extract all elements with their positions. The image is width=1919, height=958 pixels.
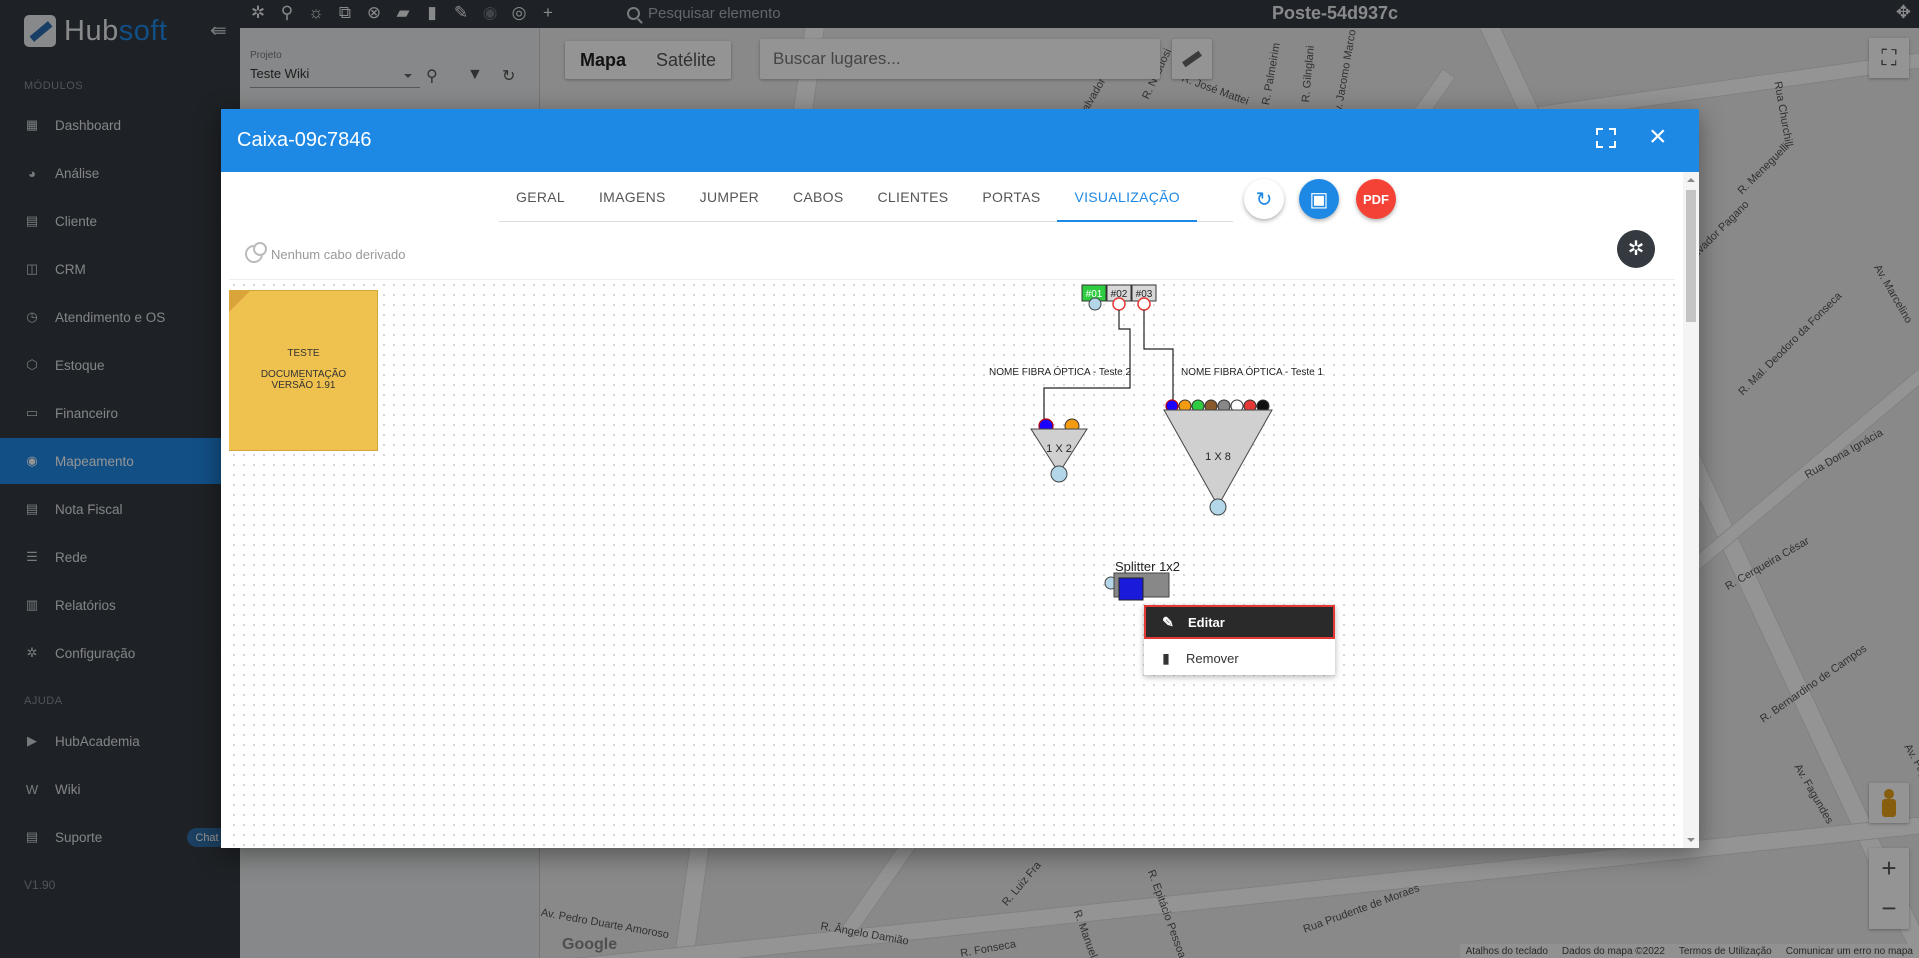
scroll-thumb[interactable] <box>1686 190 1696 322</box>
splitter-1x2-selected[interactable]: Splitter 1x2 <box>1104 559 1180 601</box>
tab-clientes[interactable]: CLIENTES <box>861 172 966 222</box>
tab-portas[interactable]: PORTAS <box>965 172 1057 222</box>
cable-line[interactable] <box>1143 310 1174 404</box>
derived-cable-text: Nenhum cabo derivado <box>271 246 406 262</box>
pdf-icon: PDF <box>1363 191 1389 207</box>
modal-scrollbar[interactable] <box>1683 172 1699 848</box>
derived-cable-status: Nenhum cabo derivado <box>245 242 406 263</box>
splitter-name-label: Splitter 1x2 <box>1115 559 1180 574</box>
app-root: Hubsoft ⇚ MÓDULOS ▦ Dashboard ◕ Análise … <box>0 0 1919 958</box>
tab-visualizacao[interactable]: VISUALIZAÇÃO <box>1057 172 1197 222</box>
pdf-button[interactable]: PDF <box>1356 179 1396 219</box>
refresh-icon: ↻ <box>1255 188 1273 211</box>
user-card-icon: ▣ <box>1309 188 1329 211</box>
splitter-blue-port <box>1118 577 1144 601</box>
diagram-settings-button[interactable]: ✲ <box>1617 230 1655 268</box>
gear-icon: ✲ <box>1627 238 1645 260</box>
trash-icon: ▮ <box>1162 649 1170 666</box>
link-icon <box>245 242 267 263</box>
context-menu: ✎ Editar ▮ Remover <box>1144 605 1335 675</box>
port-connector[interactable] <box>1112 297 1126 311</box>
scroll-down-icon[interactable] <box>1687 838 1695 846</box>
close-icon[interactable]: × <box>1649 122 1667 152</box>
modal-header: Caixa-09c7846 × <box>221 109 1699 172</box>
context-menu-remove[interactable]: ▮ Remover <box>1144 641 1335 675</box>
scroll-up-icon[interactable] <box>1687 174 1695 182</box>
port-group: #01 #02 #03 <box>1081 284 1157 311</box>
cable-label-1: NOME FIBRA ÓPTICA - Teste 2 <box>989 365 1132 378</box>
splitter-1x8[interactable]: 1 X 8 <box>1163 399 1273 516</box>
refresh-button[interactable]: ↻ <box>1244 179 1284 219</box>
splitter-1x2[interactable]: 1 X 2 <box>1030 418 1088 483</box>
splitter-output-connector[interactable] <box>1050 465 1068 483</box>
cable-label-2: NOME FIBRA ÓPTICA - Teste 1 <box>1181 365 1324 378</box>
tab-geral[interactable]: GERAL <box>499 172 582 222</box>
splitter-output-connector[interactable] <box>1209 498 1227 516</box>
context-menu-edit-label: Editar <box>1188 614 1225 630</box>
modal-title: Caixa-09c7846 <box>237 129 372 151</box>
context-menu-edit[interactable]: ✎ Editar <box>1144 605 1335 639</box>
tab-imagens[interactable]: IMAGENS <box>582 172 683 222</box>
port-connector[interactable] <box>1088 297 1102 311</box>
client-button[interactable]: ▣ <box>1299 179 1339 219</box>
splitter-ratio-label: 1 X 2 <box>1046 443 1072 455</box>
fiber-diagram: #01 #02 #03 NOME FIBRA ÓPTICA - Teste 2 … <box>989 284 1324 601</box>
tab-cabos[interactable]: CABOS <box>776 172 861 222</box>
port-connector[interactable] <box>1137 297 1151 311</box>
tab-jumper[interactable]: JUMPER <box>683 172 776 222</box>
pencil-icon: ✎ <box>1162 613 1174 630</box>
expand-icon[interactable] <box>1596 128 1616 148</box>
splitter-ratio-label: 1 X 8 <box>1205 451 1231 463</box>
context-menu-remove-label: Remover <box>1186 650 1239 666</box>
modal-tabs: GERAL IMAGENS JUMPER CABOS CLIENTES PORT… <box>499 172 1233 222</box>
box-modal: Caixa-09c7846 × GERAL IMAGENS JUMPER CAB… <box>221 109 1699 848</box>
diagram-canvas[interactable]: TESTE DOCUMENTAÇÃO VERSÃO 1.91 #01 #02 #… <box>229 279 1675 848</box>
